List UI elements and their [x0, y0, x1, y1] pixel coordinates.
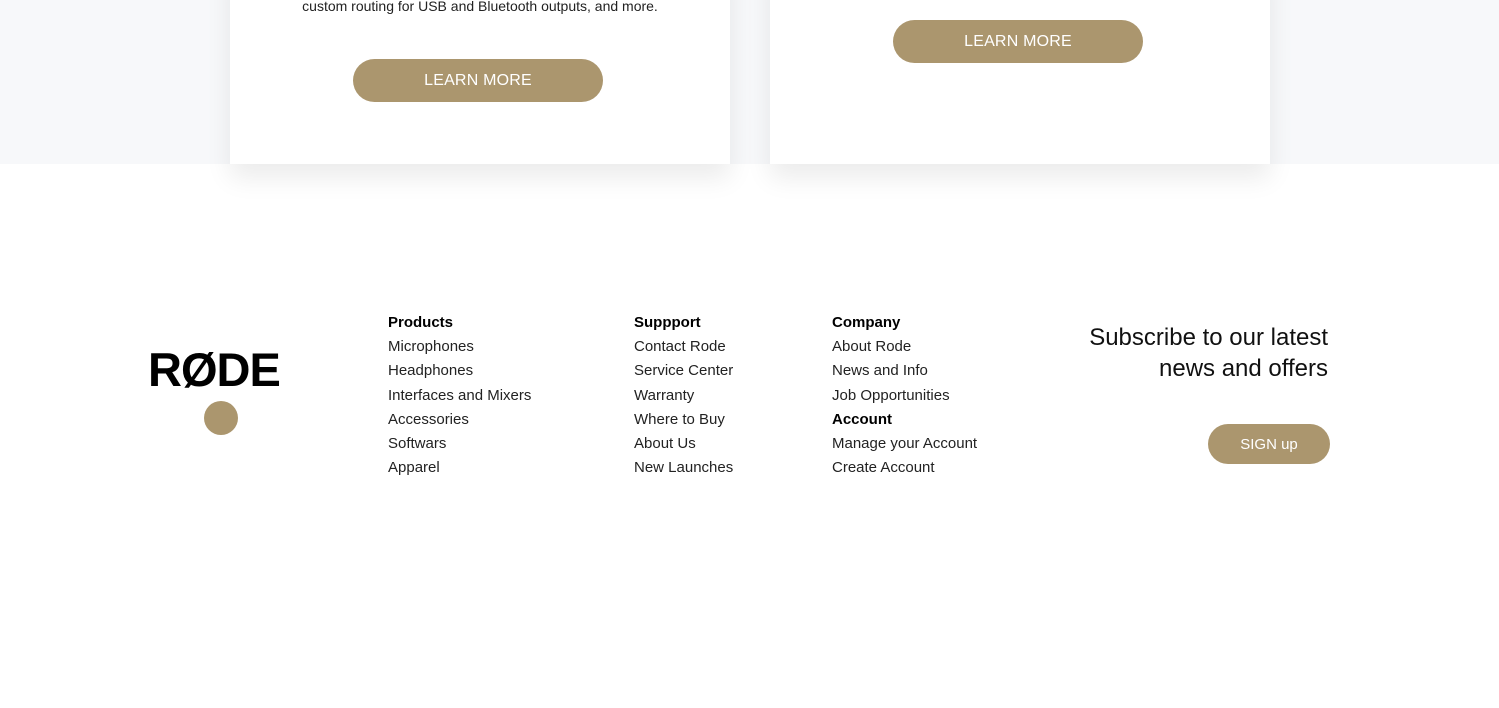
footer-link-headphones[interactable]: Headphones: [388, 359, 531, 383]
footer-link-interfaces-mixers[interactable]: Interfaces and Mixers: [388, 384, 531, 408]
footer-link-new-launches[interactable]: New Launches: [634, 456, 733, 480]
footer-column-company: Company About Rode News and Info Job Opp…: [832, 311, 977, 480]
feature-card-description: custom routing for USB and Bluetooth out…: [302, 0, 658, 14]
footer-link-job-opportunities[interactable]: Job Opportunities: [832, 384, 977, 408]
logo-wordmark: RØDE: [148, 343, 281, 396]
footer-link-service-center[interactable]: Service Center: [634, 359, 733, 383]
sign-up-button[interactable]: SIGN up: [1208, 424, 1330, 464]
subscribe-heading-line2: news and offers: [1159, 355, 1328, 382]
footer-link-about-us[interactable]: About Us: [634, 432, 733, 456]
footer-link-contact-rode[interactable]: Contact Rode: [634, 335, 733, 359]
learn-more-button[interactable]: LEARN MORE: [353, 59, 603, 102]
footer-heading-products: Products: [388, 314, 454, 331]
footer-link-softwares[interactable]: Softwars: [388, 432, 531, 456]
footer-link-microphones[interactable]: Microphones: [388, 335, 531, 359]
footer-heading-support: Suppport: [634, 314, 701, 331]
feature-card-left: custom routing for USB and Bluetooth out…: [230, 0, 730, 164]
feature-section-background: [0, 0, 1499, 164]
footer-link-news-info[interactable]: News and Info: [832, 359, 977, 383]
footer-column-products: Products Microphones Headphones Interfac…: [388, 311, 531, 480]
logo-dot: [204, 401, 238, 435]
footer-link-about-rode[interactable]: About Rode: [832, 335, 977, 359]
footer-link-accessories[interactable]: Accessories: [388, 408, 531, 432]
footer-link-create-account[interactable]: Create Account: [832, 456, 977, 480]
footer-link-warranty[interactable]: Warranty: [634, 384, 733, 408]
rode-logo[interactable]: RØDE: [148, 345, 298, 440]
footer-column-support: Suppport Contact Rode Service Center War…: [634, 311, 733, 480]
subscribe-heading-line1: Subscribe to our latest: [1089, 324, 1328, 351]
feature-card-right: LEARN MORE: [770, 0, 1270, 164]
footer-link-manage-account[interactable]: Manage your Account: [832, 432, 977, 456]
footer-heading-company: Company: [832, 314, 901, 331]
subscribe-heading: Subscribe to our latest news and offers: [1008, 322, 1328, 384]
learn-more-button[interactable]: LEARN MORE: [893, 20, 1143, 63]
footer-heading-account: Account: [832, 410, 892, 428]
footer-link-apparel[interactable]: Apparel: [388, 456, 531, 480]
footer-link-where-to-buy[interactable]: Where to Buy: [634, 408, 733, 432]
